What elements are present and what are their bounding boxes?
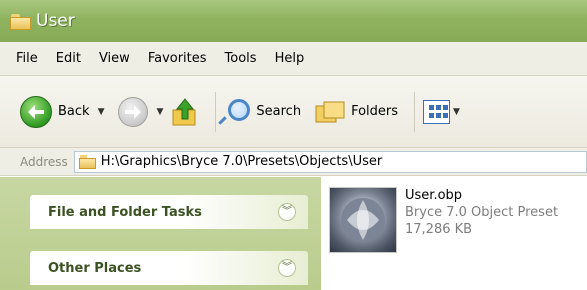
back-dropdown-icon[interactable]: ▼ (98, 107, 105, 117)
folders-label: Folders (351, 104, 399, 119)
back-arrow-icon (20, 95, 52, 128)
window-title: User (36, 11, 75, 31)
menu-bar: File Edit View Favorites Tools Help (0, 42, 587, 76)
file-thumbnail (329, 187, 397, 253)
panel-title: File and Folder Tasks (48, 204, 202, 220)
menu-tools[interactable]: Tools (216, 49, 266, 69)
file-details: User.obp Bryce 7.0 Object Preset 17,286 … (405, 187, 558, 253)
toolbar-separator (215, 91, 217, 132)
search-icon (218, 98, 251, 125)
address-path: H:\Graphics\Bryce 7.0\Presets\Objects\Us… (100, 154, 383, 169)
toolbar-separator (414, 91, 416, 132)
views-grid-icon (423, 99, 451, 124)
other-places-header[interactable]: Other Places ︾ (30, 251, 308, 285)
file-size: 17,286 KB (405, 222, 473, 237)
search-label: Search (256, 104, 302, 119)
up-folder-icon (172, 97, 196, 125)
file-folder-tasks-header[interactable]: File and Folder Tasks ︾ (30, 195, 308, 229)
folders-button[interactable]: Folders (315, 92, 398, 132)
address-field[interactable]: H:\Graphics\Bryce 7.0\Presets\Objects\Us… (73, 150, 587, 173)
address-label: Address (20, 154, 68, 169)
menu-favorites[interactable]: Favorites (139, 49, 216, 69)
menu-file[interactable]: File (7, 49, 47, 69)
back-label: Back (58, 104, 90, 119)
file-name: User.obp (405, 188, 463, 203)
views-button[interactable]: ▼ (423, 92, 460, 132)
search-button[interactable]: Search (218, 92, 302, 132)
menu-help[interactable]: Help (266, 49, 314, 69)
folder-icon (78, 154, 97, 169)
address-bar: Address H:\Graphics\Bryce 7.0\Presets\Ob… (0, 148, 587, 176)
file-list: User.obp Bryce 7.0 Object Preset 17,286 … (321, 177, 587, 290)
forward-dropdown-icon[interactable]: ▼ (156, 107, 163, 117)
menu-edit[interactable]: Edit (47, 49, 90, 69)
folder-icon (10, 13, 32, 30)
chevron-down-icon[interactable]: ︾ (278, 259, 296, 277)
title-bar[interactable]: User (0, 0, 587, 42)
chevron-down-icon[interactable]: ︾ (278, 203, 296, 221)
menu-view[interactable]: View (90, 49, 139, 69)
file-item[interactable]: User.obp Bryce 7.0 Object Preset 17,286 … (329, 187, 558, 253)
up-folder-button[interactable] (171, 92, 199, 132)
views-dropdown-icon[interactable]: ▼ (453, 107, 460, 117)
forward-button[interactable]: ▼ (118, 92, 163, 132)
task-pane: File and Folder Tasks ︾ Other Places ︾ (0, 177, 321, 290)
file-type: Bryce 7.0 Object Preset (405, 205, 559, 220)
folders-icon (315, 101, 345, 122)
back-button[interactable]: Back ▼ (20, 92, 104, 132)
toolbar: Back ▼ ▼ Search Folders ▼ (0, 76, 587, 148)
forward-arrow-icon (118, 96, 149, 127)
panel-title: Other Places (48, 260, 142, 276)
